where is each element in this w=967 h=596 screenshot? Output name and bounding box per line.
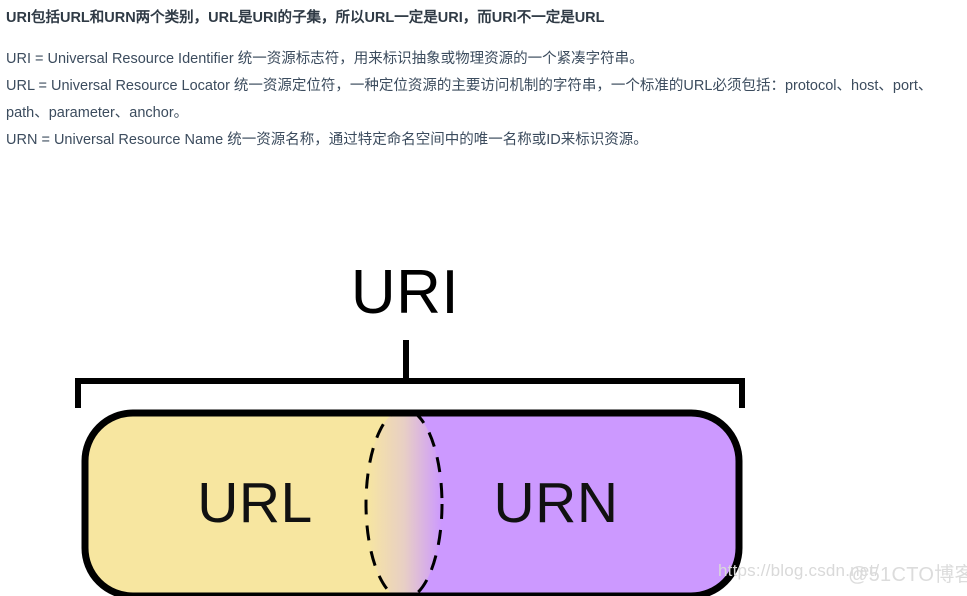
- article-text-block: URI包括URL和URN两个类别，URL是URI的子集，所以URL一定是URI，…: [6, 0, 964, 154]
- definition-uri: URI = Universal Resource Identifier 统一资源…: [6, 50, 644, 67]
- capsule-fills: [85, 413, 739, 596]
- definition-urn: URN = Universal Resource Name 统一资源名称，通过特…: [6, 131, 648, 148]
- page-title: URI包括URL和URN两个类别，URL是URI的子集，所以URL一定是URI，…: [6, 10, 605, 26]
- definition-url: URL = Universal Resource Locator 统一资源定位符…: [6, 77, 933, 121]
- diagram-canvas: URI URL URN: [75, 258, 745, 596]
- url-region-label: URL: [197, 471, 313, 535]
- uri-parent-label: URI: [351, 258, 459, 327]
- urn-region-label: URN: [494, 471, 619, 535]
- uri-url-urn-diagram: URI URL URN: [0, 180, 967, 596]
- definition-list: URI = Universal Resource Identifier 统一资源…: [6, 46, 964, 154]
